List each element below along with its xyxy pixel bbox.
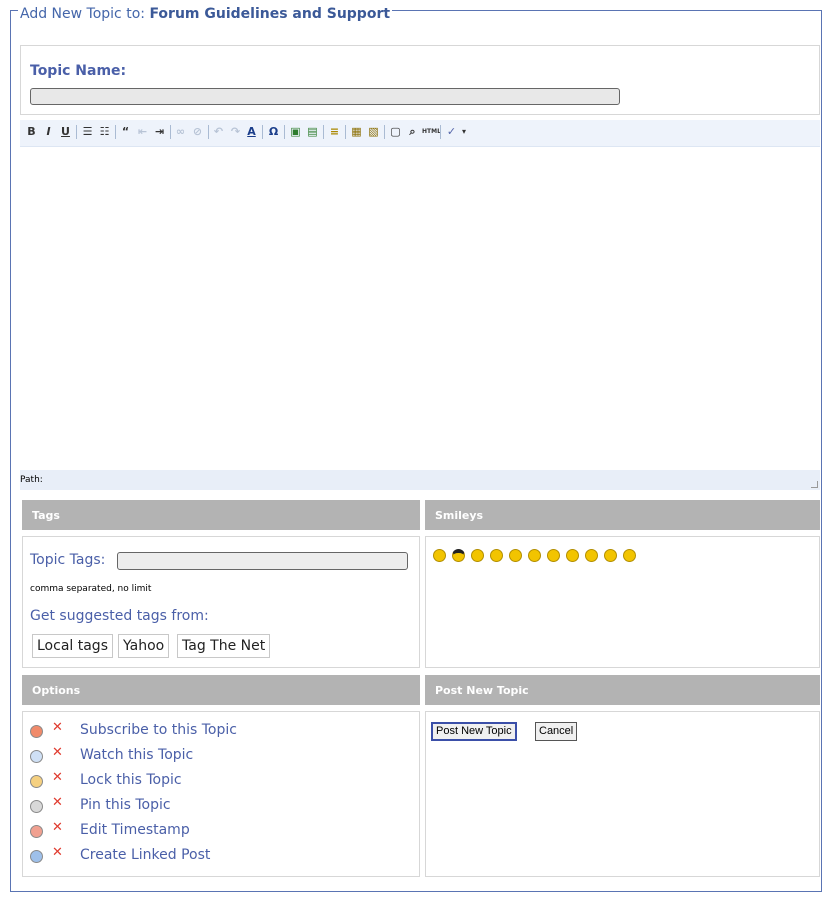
smileys-header-label: Smileys [435,509,484,522]
toolbar-separator [384,125,385,139]
form-legend: Add New Topic to: Forum Guidelines and S… [18,6,393,22]
text-color-icon[interactable]: A [244,123,259,141]
topic-tags-input[interactable] [117,552,408,570]
create-linked-post-link[interactable]: Create Linked Post [80,847,210,863]
topic-name-label: Topic Name: [30,63,127,79]
bold-icon[interactable]: B [24,123,39,141]
yahoo-tags-button[interactable]: Yahoo [118,634,170,658]
legend-prefix: Add New Topic to: [20,6,145,22]
select-all-icon[interactable]: ▢ [388,123,403,141]
legend-forum-name: Forum Guidelines and Support [149,6,391,22]
toolbar-separator [323,125,324,139]
unlink-icon[interactable]: ⊘ [190,123,205,141]
paste-word-icon[interactable]: ▦ [349,123,364,141]
frown-smiley-icon[interactable] [509,549,522,562]
lock-topic-link[interactable]: Lock this Topic [80,772,182,788]
post-new-topic-button[interactable]: Post New Topic [431,722,517,741]
sad-smiley-icon[interactable] [471,549,484,562]
toolbar-separator [262,125,263,139]
editor-toolbar: B I U ☰ ☷ “ ⇤ ⇥ ∞ ⊘ ↶ ↷ A Ω ▣ ▤ ≡ ▦ ▧ ▢ … [20,120,820,147]
shocked-smiley-icon[interactable] [585,549,598,562]
editor-content-area[interactable] [20,147,820,470]
smileys-header: Smileys [425,500,820,530]
underline-icon[interactable]: U [58,123,73,141]
options-header-label: Options [32,684,81,697]
tagthenet-tags-button[interactable]: Tag The Net [177,634,271,658]
cancel-button[interactable]: Cancel [535,722,578,741]
post-header-label: Post New Topic [435,684,529,697]
toolbar-separator [115,125,116,139]
bullet-list-icon[interactable]: ☰ [80,123,95,141]
link-icon[interactable]: ∞ [173,123,188,141]
happy-smiley-icon[interactable] [566,549,579,562]
topic-tags-label: Topic Tags: [30,552,106,568]
subscribe-topic-link[interactable]: Subscribe to this Topic [80,722,237,738]
horizontal-rule-icon[interactable]: ≡ [327,123,342,141]
path-label: Path: [20,475,43,485]
tongue-smiley-icon[interactable] [623,549,636,562]
redo-icon[interactable]: ↷ [228,123,243,141]
paste-text-icon[interactable]: ▧ [366,123,381,141]
italic-icon[interactable]: I [41,123,56,141]
toolbar-separator [284,125,285,139]
subscribe-icon [30,725,43,738]
outdent-icon[interactable]: ⇤ [135,123,150,141]
lock-icon [30,775,43,788]
neutral-smiley-icon[interactable] [490,549,503,562]
delete-x-icon: ✕ [52,845,63,860]
options-header: Options [22,675,420,705]
toolbar-separator [76,125,77,139]
editor-path-bar: Path: [20,470,820,490]
timestamp-icon [30,825,43,838]
pin-icon [30,800,43,813]
wink-smiley-icon[interactable] [604,549,617,562]
numbered-list-icon[interactable]: ☷ [97,123,112,141]
edit-timestamp-link[interactable]: Edit Timestamp [80,822,190,838]
pin-topic-link[interactable]: Pin this Topic [80,797,171,813]
toolbar-separator [208,125,209,139]
confused-smiley-icon[interactable] [433,549,446,562]
local-tags-button[interactable]: Local tags [32,634,113,658]
spellcheck-dropdown-icon[interactable]: ▾ [460,123,468,141]
tags-header-label: Tags [32,509,60,522]
indent-icon[interactable]: ⇥ [152,123,167,141]
grin-smiley-icon[interactable] [547,549,560,562]
find-icon[interactable]: ⌕ [405,123,420,141]
delete-x-icon: ✕ [52,745,63,760]
watch-icon [30,750,43,763]
special-char-icon[interactable]: Ω [266,123,281,141]
blockquote-icon[interactable]: “ [118,123,133,141]
spellcheck-icon[interactable]: ✓ [444,123,459,141]
delete-x-icon: ✕ [52,820,63,835]
surprised-smiley-icon[interactable] [528,549,541,562]
undo-icon[interactable]: ↶ [211,123,226,141]
resize-grip-icon[interactable] [811,481,818,488]
tags-header: Tags [22,500,420,530]
delete-x-icon: ✕ [52,770,63,785]
suggest-tags-label: Get suggested tags from: [30,608,209,624]
post-header: Post New Topic [425,675,820,705]
delete-x-icon: ✕ [52,720,63,735]
media-icon[interactable]: ▤ [305,123,320,141]
toolbar-separator [170,125,171,139]
tags-hint: comma separated, no limit [30,584,152,594]
watch-topic-link[interactable]: Watch this Topic [80,747,193,763]
topic-name-input[interactable] [30,88,620,105]
image-icon[interactable]: ▣ [288,123,303,141]
toolbar-separator [345,125,346,139]
linked-post-icon [30,850,43,863]
cool-smiley-icon[interactable] [452,549,465,562]
html-icon[interactable]: HTML [422,123,441,141]
delete-x-icon: ✕ [52,795,63,810]
toolbar-separator [440,125,441,139]
